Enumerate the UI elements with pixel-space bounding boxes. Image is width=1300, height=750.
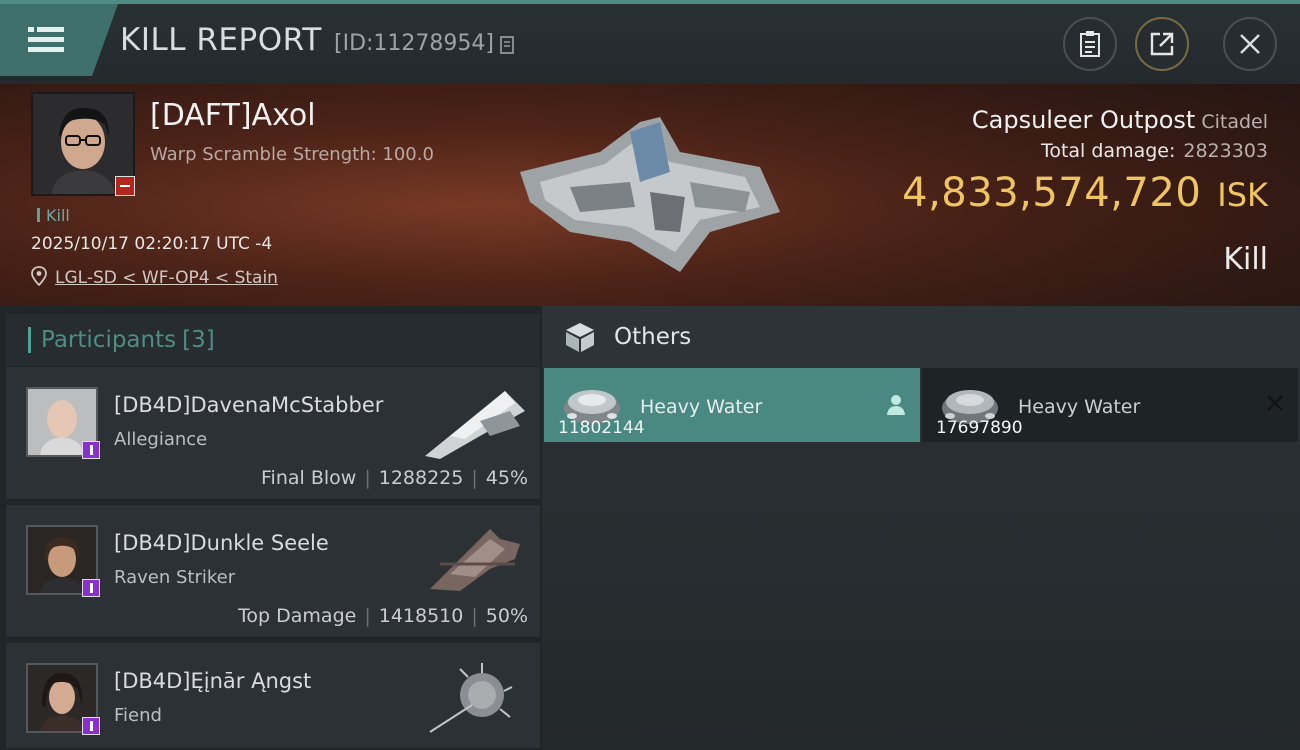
participant-name[interactable]: [DB4D]DavenaMcStabber — [114, 393, 383, 417]
share-icon — [1150, 32, 1174, 56]
close-button[interactable] — [1223, 17, 1277, 71]
participant-card[interactable]: [DB4D]DavenaMcStabber Allegiance Final B… — [6, 367, 540, 501]
participant-info-badge[interactable] — [82, 579, 100, 597]
participant-name[interactable]: [DB4D]Ęįnār Ąngst — [114, 669, 311, 693]
clipboard-button[interactable] — [1063, 17, 1117, 71]
victim-name[interactable]: [DAFT]Axol — [150, 98, 316, 133]
location-link[interactable]: LGL-SD < WF-OP4 < Stain — [55, 268, 278, 288]
participant-ship-image — [430, 529, 520, 591]
participants-label: Participants — [41, 327, 177, 353]
participant-ship: Raven Striker — [114, 567, 236, 588]
participant-stats: Top Damage | 1418510 | 50% — [238, 605, 528, 627]
kill-datetime: 2025/10/17 02:20:17 UTC -4 — [31, 234, 273, 254]
item-name: Heavy Water — [1018, 396, 1141, 418]
participant-ship-image — [429, 663, 513, 733]
participant-card[interactable]: [DB4D]Ęįnār Ąngst Fiend — [6, 643, 540, 750]
participant-info-badge[interactable] — [82, 441, 100, 459]
copy-icon[interactable] — [500, 36, 516, 56]
close-icon — [1240, 34, 1260, 54]
loot-item[interactable]: Heavy Water 17697890 — [922, 368, 1298, 442]
participant-stats: Final Blow | 1288225 | 45% — [261, 467, 528, 489]
participant-name[interactable]: [DB4D]Dunkle Seele — [114, 531, 329, 555]
menu-button[interactable] — [0, 4, 118, 76]
total-damage-label: Total damage: — [1040, 140, 1176, 162]
isk-value: 4,833,574,720 — [902, 170, 1202, 216]
structure-line: Capsuleer Outpost Citadel — [972, 106, 1268, 134]
structure-ship-image — [520, 117, 780, 272]
participant-ship: Fiend — [114, 705, 162, 726]
participant-ship-image — [425, 391, 525, 459]
structure-name: Capsuleer Outpost — [971, 106, 1196, 134]
others-panel: Others Heavy Water 11802144 Heavy Water … — [542, 306, 1300, 750]
participant-percent: 45% — [485, 467, 528, 489]
participant-card[interactable]: [DB4D]Dunkle Seele Raven Striker Top Dam… — [6, 505, 540, 639]
others-header: Others — [542, 306, 1300, 368]
others-label: Others — [614, 324, 692, 350]
x-icon[interactable] — [1266, 394, 1284, 412]
share-button[interactable] — [1135, 17, 1189, 71]
participant-percent: 50% — [485, 605, 528, 627]
location-pin-icon — [31, 266, 47, 286]
structure-type: Citadel — [1201, 111, 1268, 133]
item-quantity: 11802144 — [558, 418, 645, 438]
victim-status-badge — [115, 176, 135, 196]
menu-icon — [28, 27, 64, 52]
kill-banner: [DAFT]Axol Warp Scramble Strength: 100.0… — [0, 84, 1300, 306]
kill-result: Kill — [1223, 242, 1268, 277]
isk-value-line: 4,833,574,720 ISK — [902, 170, 1268, 216]
participant-role: Top Damage — [238, 605, 357, 627]
participants-count: [3] — [182, 327, 215, 353]
clipboard-icon — [1080, 31, 1100, 57]
participant-role: Final Blow — [261, 467, 357, 489]
page-title: KILL REPORT — [120, 22, 322, 58]
loot-item[interactable]: Heavy Water 11802144 — [544, 368, 920, 442]
participants-header[interactable]: Participants [3] — [6, 314, 540, 366]
participant-damage: 1418510 — [378, 605, 464, 627]
kill-tag: Kill — [37, 206, 70, 225]
total-damage-line: Total damage: 2823303 — [1041, 140, 1268, 162]
person-icon[interactable] — [886, 394, 906, 416]
item-name: Heavy Water — [640, 396, 763, 418]
total-damage-value: 2823303 — [1183, 140, 1268, 162]
item-quantity: 17697890 — [936, 418, 1023, 438]
report-id: [ID:11278954] — [334, 31, 494, 56]
isk-unit: ISK — [1217, 176, 1268, 214]
header-bar: KILL REPORT [ID:11278954] — [0, 0, 1300, 84]
header-accent-line — [0, 0, 1300, 4]
warp-scramble-strength: Warp Scramble Strength: 100.0 — [150, 144, 434, 165]
participant-damage: 1288225 — [378, 467, 464, 489]
participant-info-badge[interactable] — [82, 717, 100, 735]
participant-ship: Allegiance — [114, 429, 208, 450]
cube-icon — [566, 323, 594, 352]
